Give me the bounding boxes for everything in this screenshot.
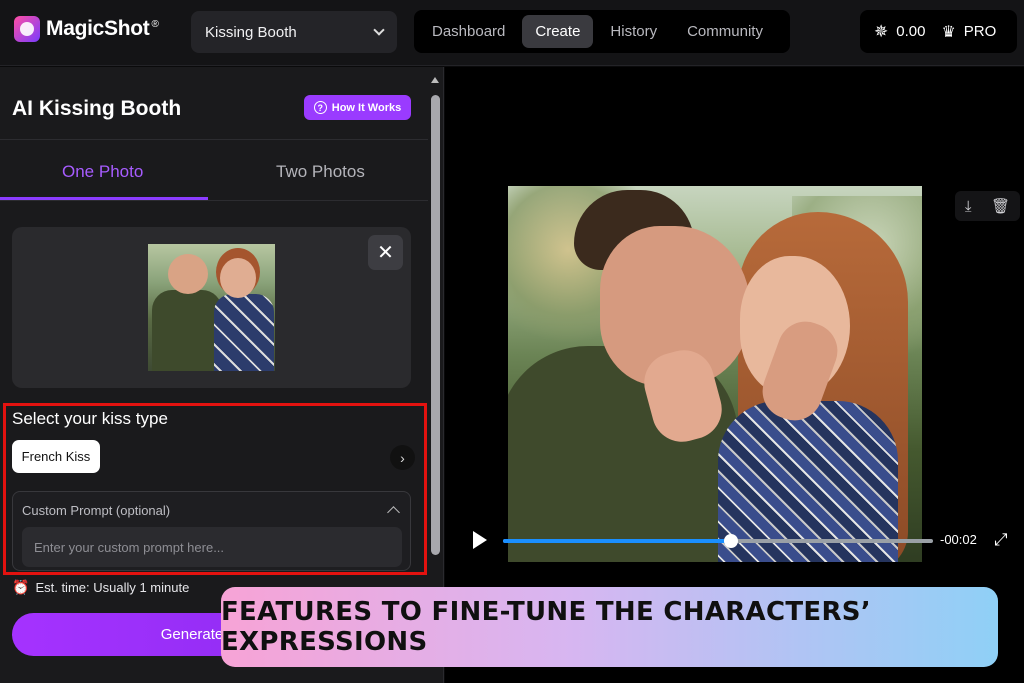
scrollbar[interactable] (429, 75, 442, 557)
estimate-row: ⏰ Est. time: Usually 1 minute (12, 579, 189, 596)
video-controls: -00:02 ⤢ (473, 525, 1013, 555)
play-icon[interactable] (473, 531, 487, 549)
caption-text: FEATURES TO FINE-TUNE THE CHARACTERS’ EX… (221, 597, 871, 657)
divider (0, 200, 428, 201)
help-icon: ? (313, 101, 327, 114)
alarm-clock-icon: ⏰ (12, 579, 30, 595)
nav-history[interactable]: History (597, 15, 670, 48)
chevron-down-icon (373, 24, 385, 36)
tool-select[interactable]: Kissing Booth (191, 11, 397, 53)
remove-photo-button[interactable]: ✕ (368, 235, 403, 270)
logo-icon (14, 16, 40, 42)
nav-community[interactable]: Community (674, 15, 776, 48)
credits-icon: ✵ (874, 21, 889, 41)
seek-bar-handle[interactable] (723, 534, 738, 548)
trash-icon[interactable]: 🗑 (991, 197, 1010, 215)
credits-value: 0.00 (896, 23, 926, 40)
caption-banner: FEATURES TO FINE-TUNE THE CHARACTERS’ EX… (221, 587, 998, 667)
time-remaining: -00:02 (940, 532, 977, 547)
seek-bar-progress (503, 539, 731, 543)
scroll-up-arrow[interactable] (431, 77, 439, 83)
trademark: ® (151, 19, 159, 30)
main-nav: Dashboard Create History Community (414, 10, 790, 53)
result-actions: ⤓ 🗑 (955, 191, 1020, 221)
download-icon[interactable]: ⤓ (965, 198, 972, 215)
uploaded-photo-thumbnail (148, 244, 275, 371)
nav-dashboard[interactable]: Dashboard (419, 15, 518, 48)
uploaded-photo-card: ✕ (12, 227, 411, 388)
result-video[interactable] (508, 186, 922, 562)
scrollbar-thumb[interactable] (431, 95, 440, 555)
estimate-text: Est. time: Usually 1 minute (35, 580, 190, 595)
logo[interactable]: MagicShot ® (14, 16, 159, 42)
seek-bar[interactable] (503, 534, 933, 548)
plan-label: PRO (963, 23, 997, 40)
account-box[interactable]: ✵ 0.00 ♛ PRO (860, 10, 1017, 53)
close-icon: ✕ (377, 242, 394, 264)
top-bar: MagicShot ® Kissing Booth Dashboard Creat… (0, 0, 1024, 66)
how-it-works-label: How It Works (331, 101, 402, 114)
nav-create[interactable]: Create (522, 15, 594, 48)
crown-icon: ♛ (941, 23, 956, 41)
app-name: MagicShot (46, 17, 150, 40)
how-it-works-button[interactable]: ? How It Works (304, 95, 411, 120)
tool-select-value: Kissing Booth (205, 23, 297, 41)
highlight-box (3, 403, 427, 575)
tab-two-photos[interactable]: Two Photos (276, 162, 365, 182)
fullscreen-icon[interactable]: ⤢ (994, 530, 1008, 550)
divider (0, 139, 428, 140)
tab-one-photo[interactable]: One Photo (62, 162, 143, 182)
page-title: AI Kissing Booth (12, 97, 182, 120)
